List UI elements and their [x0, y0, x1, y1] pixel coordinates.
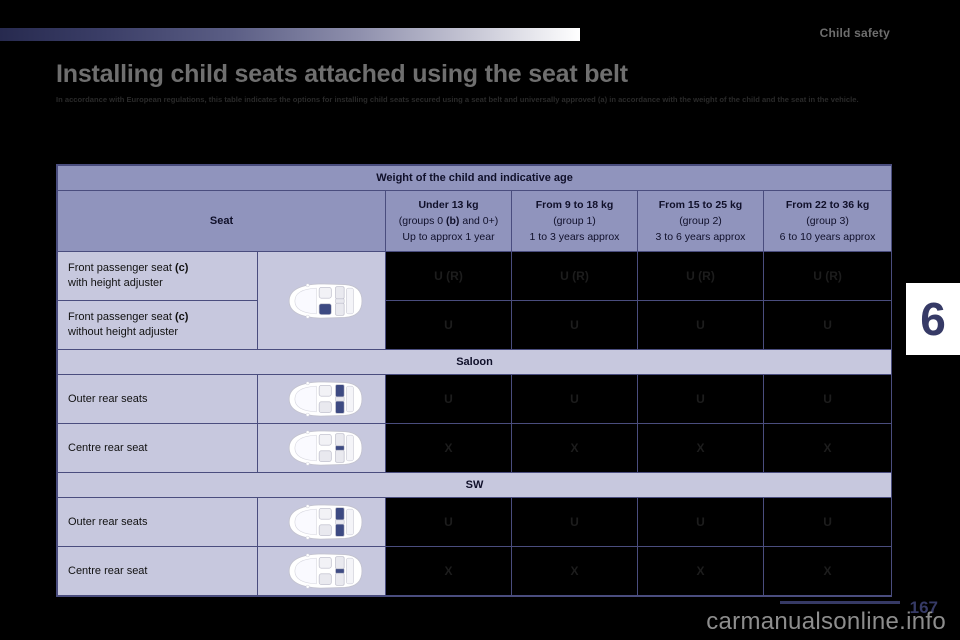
- group-column-header-2: From 15 to 25 kg (group 2) 3 to 6 years …: [637, 190, 764, 252]
- compat-cell-r0-c1: U (R): [511, 251, 638, 301]
- group-name: (group 2): [679, 215, 722, 227]
- table-header-row-top: Weight of the child and indicative age: [56, 165, 893, 191]
- child-seat-compatibility-table: Weight of the child and indicative age Se…: [56, 164, 893, 597]
- table-section-row: Saloon: [56, 349, 893, 375]
- car-diagram-car-outer-rear-highlight: [257, 374, 386, 424]
- group-weight: From 22 to 36 kg: [785, 199, 870, 211]
- compat-cell-r0-c2: U (R): [637, 251, 764, 301]
- seat-label-cell: Front passenger seat (c) with height adju…: [57, 251, 258, 301]
- compat-cell-r0-c0: U (R): [385, 251, 512, 301]
- seat-label-cell: Front passenger seat (c) without height a…: [57, 300, 258, 350]
- seat-label-cell: Outer rear seats: [57, 497, 258, 547]
- group-age: Up to approx 1 year: [402, 231, 495, 243]
- compat-cell-r1-c1: U: [511, 300, 638, 350]
- seat-column-header: Seat: [57, 190, 386, 252]
- watermark: carmanualsonline.info: [706, 608, 946, 635]
- compat-cell-r6-c2: U: [637, 497, 764, 547]
- group-age: 3 to 6 years approx: [655, 231, 746, 243]
- group-weight: Under 13 kg: [418, 199, 479, 211]
- table-row: Front passenger seat (c) with height adju…: [57, 251, 893, 350]
- group-column-header-3: From 22 to 36 kg (group 3) 6 to 10 years…: [762, 190, 893, 252]
- group-weight: From 15 to 25 kg: [658, 199, 743, 211]
- compat-cell-r4-c1: X: [511, 423, 638, 473]
- car-diagram-car-outer-rear-highlight: [257, 497, 386, 547]
- compatibility-table: Weight of the child and indicative age Se…: [56, 165, 893, 596]
- car-diagram-front: [257, 251, 386, 350]
- compat-cell-r4-c3: X: [762, 423, 893, 473]
- seat-label-line1: Outer rear seats: [68, 392, 148, 405]
- group-column-header-0: Under 13 kg (groups 0 (b) and 0+) Up to …: [385, 190, 512, 252]
- compat-cell-r3-c2: U: [637, 374, 764, 424]
- compat-cell-r6-c1: U: [511, 497, 638, 547]
- chapter-tab: 6: [906, 283, 960, 355]
- compat-cell-r7-c0: X: [385, 546, 512, 596]
- page-title: Installing child seats attached using th…: [56, 60, 628, 88]
- section-label: Child safety: [819, 26, 890, 40]
- table-row: Front passenger seat (c) without height a…: [57, 300, 893, 350]
- seat-label-line2: without height adjuster: [68, 326, 179, 338]
- header-gradient-rule: [0, 28, 580, 41]
- compat-cell-r1-c2: U: [637, 300, 764, 350]
- compat-cell-r3-c0: U: [385, 374, 512, 424]
- table-row: Centre rear seat XXXX: [57, 423, 893, 473]
- page-subtitle: In accordance with European regulations,…: [56, 95, 859, 104]
- car-diagram-car-centre-rear-highlight: [257, 546, 386, 596]
- seat-label-line1: Centre rear seat: [68, 441, 148, 454]
- group-name: (group 1): [553, 215, 596, 227]
- seat-label-line2: with height adjuster: [68, 277, 163, 289]
- weight-age-header: Weight of the child and indicative age: [56, 165, 893, 191]
- seat-label-line1: Front passenger seat (c): [68, 311, 189, 323]
- seat-label-line1: Front passenger seat (c): [68, 262, 189, 274]
- section-label-SW: SW: [56, 472, 893, 498]
- compat-cell-r0-c3: U (R): [762, 251, 893, 301]
- compat-cell-r1-c3: U: [762, 300, 893, 350]
- compat-cell-r1-c0: U: [385, 300, 512, 350]
- table-row: Outer rear seats UUUU: [57, 374, 893, 424]
- footer-rule: [780, 601, 900, 604]
- compat-cell-r6-c3: U: [762, 497, 893, 547]
- seat-label-line1: Centre rear seat: [68, 564, 148, 577]
- top-header-band: Child safety: [0, 0, 960, 50]
- compat-cell-r4-c0: X: [385, 423, 512, 473]
- group-age: 6 to 10 years approx: [779, 231, 876, 243]
- compat-cell-r7-c2: X: [637, 546, 764, 596]
- seat-label-cell: Outer rear seats: [57, 374, 258, 424]
- chapter-tab-number: 6: [920, 293, 946, 345]
- car-diagram-car-centre-rear-highlight: [257, 423, 386, 473]
- seat-label-cell: Centre rear seat: [57, 546, 258, 596]
- table-section-row: SW: [56, 472, 893, 498]
- compat-cell-r7-c3: X: [762, 546, 893, 596]
- table-header-row-groups: Seat Under 13 kg (groups 0 (b) and 0+) U…: [57, 190, 893, 252]
- table-row: Outer rear seats UUUU: [57, 497, 893, 547]
- table-body: Weight of the child and indicative age Se…: [56, 165, 893, 596]
- compat-cell-r3-c3: U: [762, 374, 893, 424]
- group-age: 1 to 3 years approx: [529, 231, 620, 243]
- compat-cell-r3-c1: U: [511, 374, 638, 424]
- table-row: Centre rear seat XXXX: [57, 546, 893, 596]
- compat-cell-r6-c0: U: [385, 497, 512, 547]
- group-name: (groups 0 (b) and 0+): [398, 215, 499, 227]
- compat-cell-r4-c2: X: [637, 423, 764, 473]
- group-weight: From 9 to 18 kg: [535, 199, 614, 211]
- seat-label-cell: Centre rear seat: [57, 423, 258, 473]
- group-name: (group 3): [806, 215, 849, 227]
- seat-label-line1: Outer rear seats: [68, 515, 148, 528]
- group-column-header-1: From 9 to 18 kg (group 1) 1 to 3 years a…: [511, 190, 638, 252]
- section-label-Saloon: Saloon: [56, 349, 893, 375]
- compat-cell-r7-c1: X: [511, 546, 638, 596]
